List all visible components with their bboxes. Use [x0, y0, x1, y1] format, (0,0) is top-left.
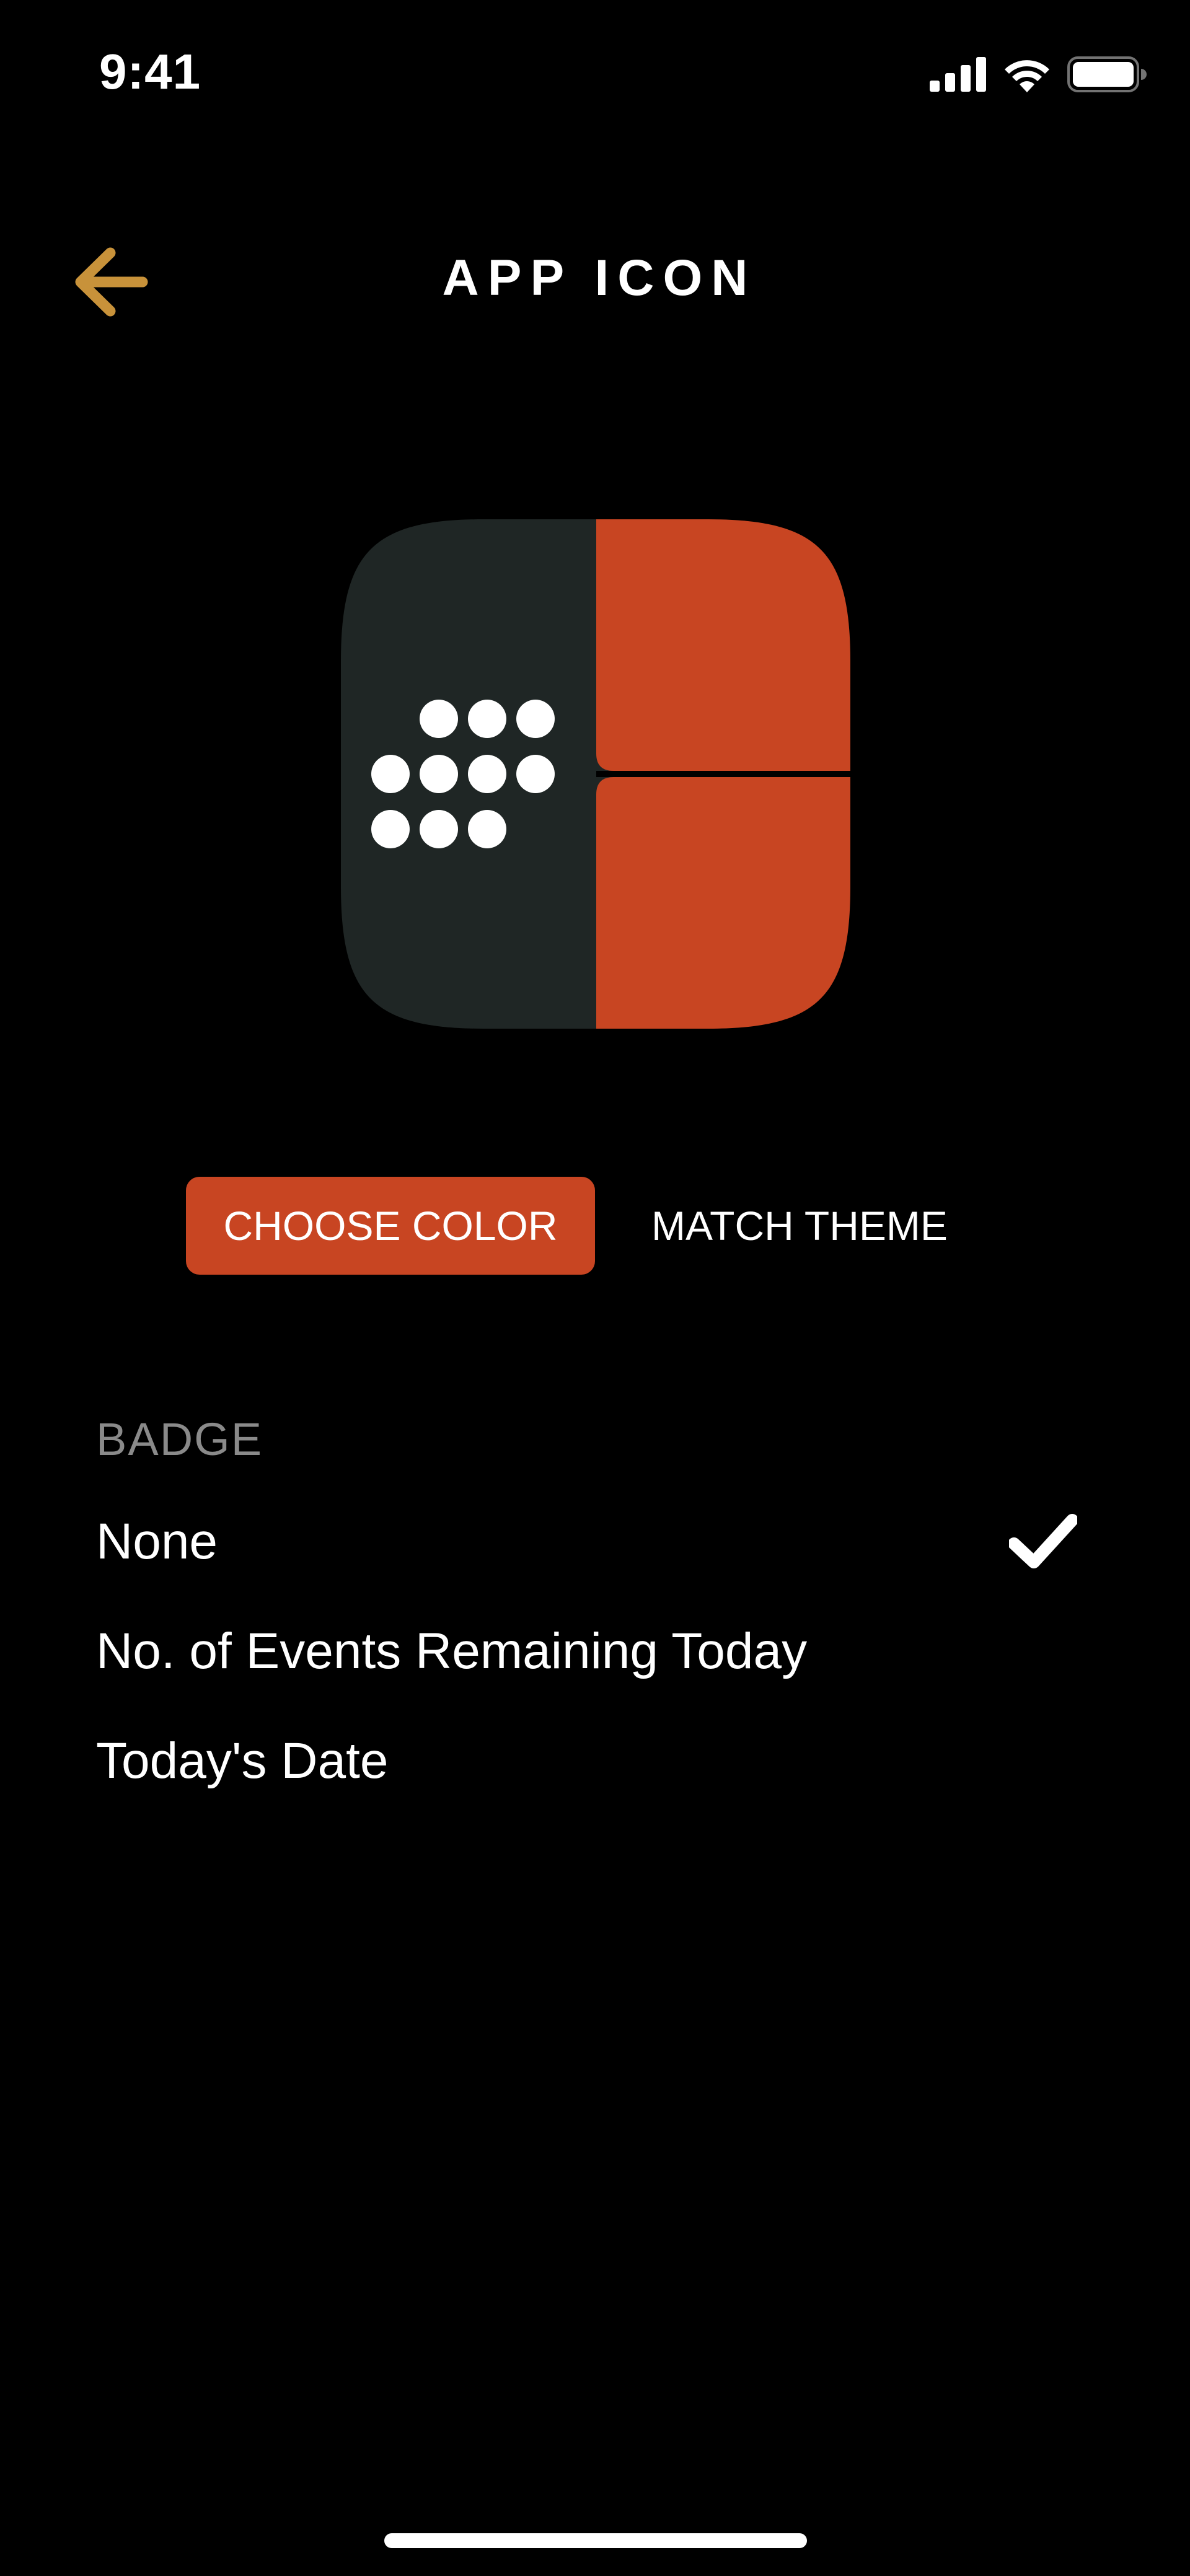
icon-right-top-panel: [596, 519, 850, 771]
badge-option-events-remaining[interactable]: No. of Events Remaining Today: [0, 1599, 1190, 1704]
status-time: 9:41: [99, 44, 201, 99]
badge-option-label: Today's Date: [96, 1733, 389, 1789]
page-title: APP ICON: [442, 250, 757, 306]
home-indicator: [384, 2533, 807, 2548]
icon-right-bottom-panel: [596, 777, 850, 1029]
cellular-signal-icon: [930, 57, 986, 92]
badge-option-none[interactable]: None: [0, 1489, 1190, 1594]
status-bar: 9:41: [0, 0, 1190, 149]
badge-section-header: BADGE: [96, 1413, 263, 1465]
choose-color-button[interactable]: CHOOSE COLOR: [186, 1177, 595, 1275]
checkmark-icon: [1009, 1514, 1077, 1568]
wifi-icon: [1005, 60, 1049, 92]
battery-icon: [1067, 56, 1147, 92]
app-icon-preview: [341, 519, 850, 1029]
match-theme-button[interactable]: MATCH THEME: [614, 1177, 985, 1275]
badge-option-label: No. of Events Remaining Today: [96, 1623, 808, 1679]
badge-option-label: None: [96, 1513, 218, 1570]
badge-option-todays-date[interactable]: Today's Date: [0, 1708, 1190, 1814]
status-icons: [930, 55, 1147, 94]
